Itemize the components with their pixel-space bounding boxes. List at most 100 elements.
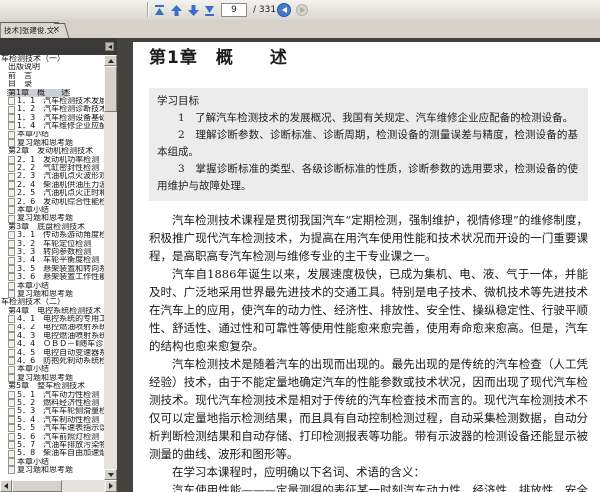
toc-item[interactable]: 5．3 汽车车轮侧滑量检: [0, 407, 104, 416]
toc-item[interactable]: 第5章 整车检测技术: [0, 382, 104, 390]
toc-item[interactable]: 2．2 气缸密封性检测: [0, 164, 104, 173]
page-icon: [8, 340, 15, 349]
previous-page-icon: [170, 4, 182, 16]
toc-item[interactable]: 5．6 汽车前照灯检测: [0, 433, 104, 441]
sidebar-horizontal-scrollbar[interactable]: [0, 480, 117, 492]
toc-item[interactable]: 5．5 汽车车速表指示误: [0, 424, 104, 433]
page-number-input[interactable]: [221, 3, 247, 17]
toc-item[interactable]: 2．1 发动机功率检测: [0, 156, 104, 164]
toc-item[interactable]: 3．3 转向参数检测: [0, 248, 104, 257]
toc-item[interactable]: 本章小结: [0, 131, 104, 139]
toc-item[interactable]: 3．5 悬架装置和转向系: [0, 265, 104, 273]
toc-item[interactable]: 复习题和思考题: [0, 290, 104, 299]
toc-item[interactable]: 2．5 汽油机点火正时和: [0, 189, 104, 198]
scroll-right-icon: [109, 483, 113, 489]
toc-item[interactable]: 复习题和思考题: [0, 374, 104, 383]
toc-item[interactable]: 第3章 底盘检测技术: [0, 223, 104, 231]
first-page-icon: [154, 4, 165, 16]
document-paragraph: 汽车检测技术课程是贯彻我国汽车“定期检测，强制维护，视情修理”的维修制度，积极推…: [149, 213, 588, 263]
toc-item[interactable]: 1．2 汽车检测诊断技术: [0, 105, 104, 114]
page-icon: [8, 231, 15, 240]
toc-item[interactable]: 5．1 汽车动力性检测: [0, 391, 104, 399]
scroll-right-button[interactable]: [105, 480, 117, 492]
scroll-up-icon: [107, 58, 114, 63]
next-page-button[interactable]: [185, 2, 201, 18]
toc-item[interactable]: 本章小结: [0, 206, 104, 215]
toc-item[interactable]: 4．5 电控自动变速器系: [0, 349, 104, 357]
sidebar-vertical-scrollbar[interactable]: [104, 55, 117, 480]
toc-item[interactable]: 前 言: [0, 72, 104, 80]
toc-item-label: 复习题和思考题: [17, 138, 73, 147]
page-icon: [8, 315, 15, 324]
scroll-down-button[interactable]: [104, 469, 117, 480]
document-view: 第1章 概 述 学习目标 1 了解汽车检测技术的发展概况、我国有关规定、汽车维修…: [117, 38, 600, 492]
page-icon: [8, 122, 15, 131]
toc-item[interactable]: 3．2 车轮定位检测: [0, 240, 104, 248]
toc-item[interactable]: 2．3 汽油机点火波形观: [0, 172, 104, 181]
page-icon: [8, 323, 15, 332]
toc-item-label: 1．2 汽车检测诊断技术: [17, 105, 104, 114]
collapse-sidebar-button[interactable]: [105, 42, 114, 51]
view-forward-button[interactable]: [296, 4, 308, 16]
toc-item-label: 2．2 气缸密封性检测: [17, 164, 100, 173]
page-icon: [8, 348, 15, 357]
document-paragraph: 汽车检测技术是随着汽车的出现而出现的。最先出现的是传统的汽车检查（人工凭经验）技…: [149, 357, 588, 461]
page-icon: [8, 164, 15, 173]
toc-item[interactable]: 5．2 燃料经济性检测: [0, 399, 104, 408]
toc-item[interactable]: 复习题和思考题: [0, 214, 104, 223]
toc-item[interactable]: 1．1 汽车检测技术发展: [0, 97, 104, 106]
toc-item-label: 4．2 电控燃油喷射系统: [17, 323, 104, 332]
vertical-scroll-thumb[interactable]: [104, 66, 117, 112]
toc-item[interactable]: 第2章 发动机检测技术: [0, 147, 104, 155]
last-page-button[interactable]: [201, 2, 217, 18]
toc-item[interactable]: 4．6 防抱死制动系统检: [0, 357, 104, 366]
page-icon: [8, 399, 15, 408]
toc-item[interactable]: 3．6 悬架装置工作性能: [0, 273, 104, 282]
toc-item[interactable]: 出版说明: [0, 63, 104, 71]
toc-item[interactable]: 车检测技术（一）: [0, 55, 104, 63]
previous-page-button[interactable]: [168, 2, 184, 18]
toc-item[interactable]: 5．8 柴油车自由加速烟: [0, 449, 104, 458]
horizontal-scroll-thumb[interactable]: [12, 480, 62, 492]
toc-item-label: 2．4 柴油机供油压力波: [17, 180, 104, 189]
page-icon: [8, 113, 15, 122]
toc-item[interactable]: 目 录: [0, 80, 104, 88]
toc-item[interactable]: 2．4 柴油机供油压力波: [0, 180, 104, 190]
toc-item-label: 出版说明: [8, 63, 40, 72]
toc-item[interactable]: 本章小结: [0, 458, 104, 466]
toc-item-label: 第3章 底盘检测技术: [8, 222, 86, 231]
toc-item[interactable]: 4．2 电控燃油喷射系统: [0, 324, 104, 332]
toc-item[interactable]: 1．3 汽车检测设备基础: [0, 114, 104, 122]
toc-item[interactable]: 本章小结: [0, 282, 104, 290]
scroll-left-button[interactable]: [0, 480, 12, 492]
toc-item[interactable]: 第1章 概 述: [0, 88, 104, 97]
toc-item-label: 2．5 汽油机点火正时和: [17, 189, 104, 198]
toc-item-label: 前 言: [8, 71, 32, 80]
document-tab[interactable]: 技术]张建俊.文... ×: [0, 22, 61, 39]
toc-item[interactable]: 复习题和思考题: [0, 138, 104, 148]
toc-item[interactable]: 5．4 汽车制动性检测: [0, 416, 104, 424]
sidebar-header: [0, 38, 117, 55]
view-back-button[interactable]: [277, 3, 291, 17]
first-page-button[interactable]: [151, 2, 167, 18]
toc-item[interactable]: 第4章 电控系统检测技术: [0, 307, 104, 315]
page-icon: [8, 97, 15, 106]
toc-item[interactable]: 1．4 汽车维修企业应配: [0, 122, 104, 131]
toc-item[interactable]: 3．4 车轮平衡度检测: [0, 256, 104, 265]
toc-item[interactable]: 4．4 ＯＢＤ－Ⅱ随车诊: [0, 340, 104, 349]
page-icon: [8, 407, 15, 416]
toc-item[interactable]: 4．1 电控系统的专用工: [0, 315, 104, 324]
toc-item[interactable]: 3．1 传动系游动角度检: [0, 231, 104, 240]
objective-line: 3 掌握诊断标准的类型、各级诊断标准的性质，诊断参数的选用要求，检测设备的使用维…: [157, 163, 578, 192]
close-icon[interactable]: ×: [52, 23, 60, 38]
page-icon: [8, 466, 15, 475]
toc-item-label: 本章小结: [17, 281, 49, 290]
toc-item[interactable]: 4．3 电控燃油喷射系统: [0, 332, 104, 341]
toc-item[interactable]: 5．7 汽油车排放污染物: [0, 441, 104, 450]
page-icon: [8, 264, 15, 273]
toc-item[interactable]: 车检测技术（二）: [0, 298, 104, 306]
toc-item[interactable]: 复习题和思考题: [0, 466, 104, 475]
scroll-up-button[interactable]: [104, 55, 117, 66]
toc-item[interactable]: 本章小结: [0, 365, 104, 374]
toc-item[interactable]: 2．6 发动机综合性能检: [0, 198, 104, 206]
